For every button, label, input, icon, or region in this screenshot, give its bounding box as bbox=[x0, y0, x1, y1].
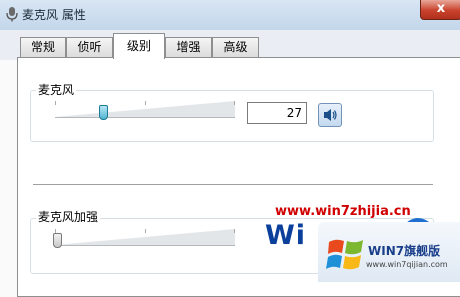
microphone-level-input[interactable]: 27 bbox=[247, 102, 307, 124]
microphone-slider-thumb[interactable] bbox=[99, 105, 109, 120]
watermark-url: www.win7zhijia.cn bbox=[275, 204, 411, 219]
windows-logo-icon bbox=[326, 239, 363, 270]
window-title: 麦克风 属性 bbox=[22, 8, 86, 22]
close-button[interactable]: x bbox=[420, 0, 460, 20]
microphone-app-icon bbox=[6, 7, 18, 22]
microphone-label: 麦克风 bbox=[36, 81, 77, 98]
watermark-text: Wi bbox=[265, 220, 307, 251]
tab-advanced[interactable]: 高级 bbox=[212, 37, 259, 57]
tab-general[interactable]: 常规 bbox=[20, 37, 66, 57]
badge-brand-text: WIN7旗舰版 bbox=[368, 244, 441, 258]
speaker-icon bbox=[324, 109, 337, 121]
boost-slider-thumb[interactable] bbox=[53, 233, 62, 248]
slider-tick bbox=[145, 229, 146, 233]
mute-button[interactable] bbox=[318, 103, 342, 127]
tab-levels[interactable]: 级别 bbox=[113, 33, 165, 59]
slider-tick bbox=[55, 101, 56, 105]
tab-listen[interactable]: 侦听 bbox=[66, 37, 113, 57]
title-bar: 麦克风 属性 x bbox=[0, 0, 460, 30]
separator bbox=[33, 184, 433, 185]
tab-enhancements[interactable]: 增强 bbox=[165, 37, 212, 57]
slider-tick bbox=[234, 229, 235, 233]
slider-tick bbox=[234, 101, 235, 105]
microphone-boost-label: 麦克风加强 bbox=[36, 208, 101, 225]
badge-url-text: www.win7qijian.com bbox=[366, 260, 448, 269]
slider-tick bbox=[145, 101, 146, 105]
